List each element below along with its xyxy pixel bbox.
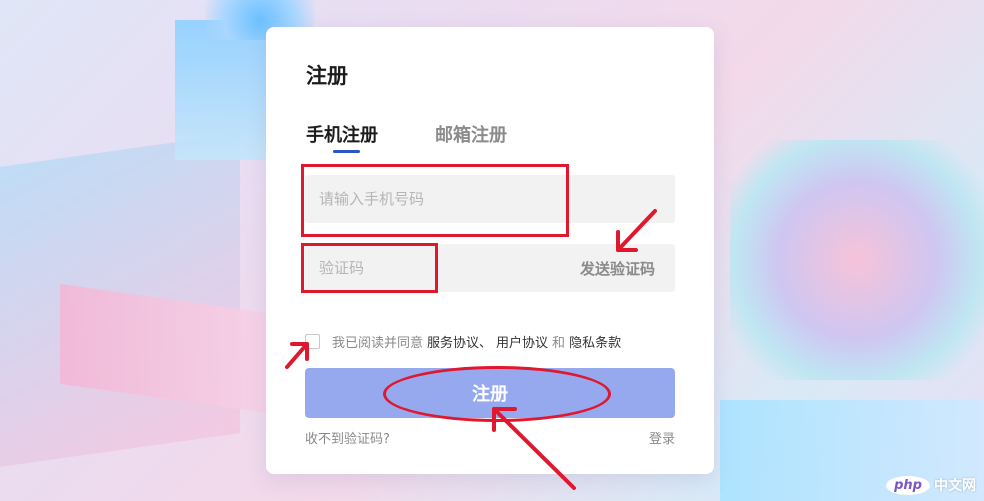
background-shape (175, 20, 270, 160)
watermark-text: 中文网 (934, 478, 976, 494)
privacy-terms-link[interactable]: 隐私条款 (569, 332, 621, 351)
tab-phone-register[interactable]: 手机注册 (306, 121, 378, 147)
active-tab-indicator (333, 150, 360, 153)
php-logo: php (886, 475, 930, 495)
annotation-ellipse-register (383, 366, 611, 422)
tab-email-register[interactable]: 邮箱注册 (435, 121, 507, 147)
user-agreement-link[interactable]: 用户协议 (496, 332, 548, 351)
page-title: 注册 (306, 64, 348, 88)
agree-prefix: 我已阅读并同意 (332, 336, 424, 351)
agree-checkbox[interactable] (305, 334, 320, 349)
watermark: php 中文网 (886, 475, 976, 495)
agree-and: 和 (552, 336, 566, 351)
background-shape (730, 140, 984, 380)
login-link[interactable]: 登录 (649, 428, 675, 447)
service-agreement-link[interactable]: 服务协议、 (427, 332, 492, 351)
agreement-row: 我已阅读并同意 服务协议、 用户协议 和 隐私条款 (305, 332, 625, 351)
no-code-link[interactable]: 收不到验证码? (305, 428, 390, 447)
annotation-box-phone (301, 164, 569, 237)
send-code-button[interactable]: 发送验证码 (580, 258, 655, 279)
annotation-box-code (301, 243, 438, 293)
